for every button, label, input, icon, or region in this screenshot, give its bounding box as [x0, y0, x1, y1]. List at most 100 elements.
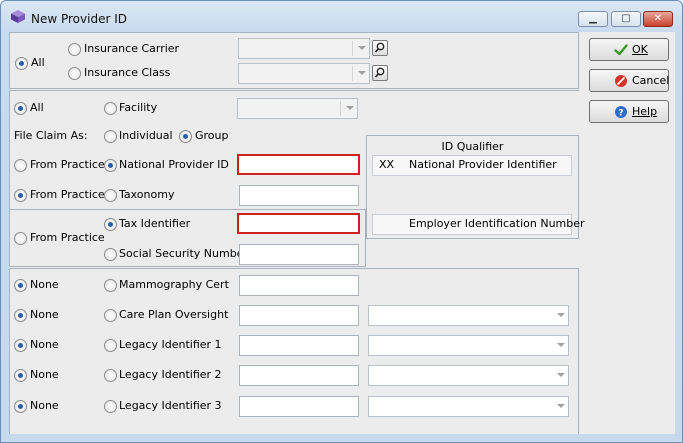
chevron-down-icon: [346, 106, 354, 110]
npi-input[interactable]: [237, 154, 360, 175]
checkmark-icon: [614, 44, 628, 56]
npi-from-practice-label: From Practice: [30, 158, 105, 171]
care-plan-qualifier-combo[interactable]: [368, 305, 569, 326]
npi-label: National Provider ID: [119, 158, 229, 171]
taxonomy-label: Taxonomy: [119, 188, 175, 201]
dialog-body: All Insurance Carrier Insurance Class Al…: [9, 32, 675, 434]
group-radio[interactable]: [179, 130, 192, 143]
minimize-icon: ▁: [589, 13, 597, 24]
chevron-down-icon: [557, 373, 565, 377]
minimize-button[interactable]: ▁: [578, 11, 608, 27]
legacy-3-qualifier-combo[interactable]: [368, 396, 569, 417]
legacy-1-input[interactable]: [239, 335, 359, 356]
cancel-label: Cancel: [632, 74, 670, 87]
id-qualifier-panel: ID Qualifier XX National Provider Identi…: [366, 135, 585, 239]
insurance-class-combo[interactable]: [238, 63, 370, 84]
insurance-class-radio[interactable]: [68, 67, 81, 80]
svg-text:?: ?: [618, 109, 623, 119]
legacy-1-none-radio[interactable]: [14, 339, 27, 352]
care-plan-none-radio[interactable]: [14, 309, 27, 322]
carrier-lookup-button[interactable]: [372, 40, 388, 56]
close-icon: ✕: [653, 13, 663, 24]
ok-label: OK: [632, 43, 648, 56]
group-label: Group: [195, 129, 229, 142]
chevron-down-icon: [358, 46, 366, 50]
tax-identifier-input[interactable]: [237, 213, 360, 234]
ok-button[interactable]: OK: [589, 38, 669, 61]
facility-combo[interactable]: [237, 98, 358, 119]
npi-qualifier-desc: National Provider Identifier: [409, 158, 557, 171]
legacy-3-label: Legacy Identifier 3: [119, 399, 222, 412]
chevron-down-icon: [557, 313, 565, 317]
insurance-carrier-radio[interactable]: [68, 43, 81, 56]
class-lookup-button[interactable]: [372, 65, 388, 81]
scope-panel: All Insurance Carrier Insurance Class: [9, 32, 579, 89]
legacy-3-none-radio[interactable]: [14, 400, 27, 413]
chevron-down-icon: [557, 404, 565, 408]
npi-from-practice-radio[interactable]: [14, 159, 27, 172]
legacy-1-label: Legacy Identifier 1: [119, 338, 222, 351]
legacy-2-label: Legacy Identifier 2: [119, 368, 222, 381]
legacy-2-radio[interactable]: [104, 369, 117, 382]
maximize-button[interactable]: ▢: [611, 11, 641, 27]
cancel-button[interactable]: Cancel: [589, 69, 669, 92]
mammography-label: Mammography Cert: [119, 278, 229, 291]
legacy-3-radio[interactable]: [104, 400, 117, 413]
individual-radio[interactable]: [104, 130, 117, 143]
help-button[interactable]: ? Help: [589, 100, 669, 123]
help-label: Help: [632, 105, 658, 118]
taxonomy-radio[interactable]: [104, 189, 117, 202]
taxonomy-from-practice-radio[interactable]: [14, 189, 27, 202]
tax-identifier-radio[interactable]: [104, 218, 117, 231]
ssn-radio[interactable]: [104, 248, 117, 261]
legacy-1-qualifier-combo[interactable]: [368, 335, 569, 356]
ein-qualifier-field: Employer Identification Number: [372, 214, 585, 235]
individual-label: Individual: [119, 129, 173, 142]
legacy-1-radio[interactable]: [104, 339, 117, 352]
ssn-input[interactable]: [239, 244, 359, 265]
mammography-none-radio[interactable]: [14, 279, 27, 292]
title-bar: New Provider ID ▁ ▢ ✕: [1, 1, 682, 31]
npi-radio[interactable]: [104, 159, 117, 172]
magnifier-icon: [374, 67, 385, 78]
close-button[interactable]: ✕: [643, 11, 673, 27]
tax-from-practice-label: From Practice: [30, 231, 105, 244]
facility-all-radio[interactable]: [14, 102, 27, 115]
taxonomy-input[interactable]: [239, 185, 359, 206]
legacy-2-none-label: None: [30, 368, 59, 381]
mammography-radio[interactable]: [104, 279, 117, 292]
chevron-down-icon: [557, 343, 565, 347]
help-icon: ?: [615, 106, 627, 119]
legacy-2-qualifier-combo[interactable]: [368, 365, 569, 386]
maximize-icon: ▢: [621, 13, 631, 24]
care-plan-none-label: None: [30, 308, 59, 321]
legacy-3-none-label: None: [30, 399, 59, 412]
insurance-class-label: Insurance Class: [84, 66, 171, 79]
file-claim-label: File Claim As:: [14, 129, 88, 142]
mammography-input[interactable]: [239, 275, 359, 296]
magnifier-icon: [374, 42, 385, 53]
legacy-2-input[interactable]: [239, 365, 359, 386]
facility-label: Facility: [119, 101, 158, 114]
scope-all-label: All: [31, 56, 45, 69]
npi-qualifier-field: XX National Provider Identifier: [372, 155, 572, 176]
facility-all-label: All: [30, 101, 44, 114]
taxonomy-from-practice-label: From Practice: [30, 188, 105, 201]
care-plan-input[interactable]: [239, 305, 359, 326]
legacy-2-none-radio[interactable]: [14, 369, 27, 382]
scope-all-radio[interactable]: [15, 57, 28, 70]
legacy-3-input[interactable]: [239, 396, 359, 417]
ein-qualifier-desc: Employer Identification Number: [409, 217, 585, 230]
facility-radio[interactable]: [104, 102, 117, 115]
tax-from-practice-radio[interactable]: [14, 232, 27, 245]
care-plan-label: Care Plan Oversight: [119, 308, 229, 321]
npi-qualifier-code: XX: [379, 158, 395, 171]
insurance-carrier-label: Insurance Carrier: [84, 42, 180, 55]
mammography-none-label: None: [30, 278, 59, 291]
chevron-down-icon: [358, 71, 366, 75]
window-title: New Provider ID: [31, 12, 127, 26]
id-qualifier-title: ID Qualifier: [441, 140, 504, 153]
legacy-1-none-label: None: [30, 338, 59, 351]
care-plan-radio[interactable]: [104, 309, 117, 322]
insurance-carrier-combo[interactable]: [238, 38, 370, 59]
